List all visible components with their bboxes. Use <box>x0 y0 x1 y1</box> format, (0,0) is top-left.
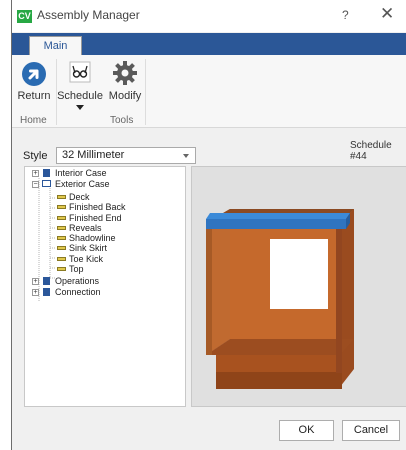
ribbon-panel: Return Schedule Modify Home Tools <box>12 55 406 128</box>
group-separator <box>145 59 146 125</box>
cabinet-render <box>206 209 354 389</box>
part-icon <box>57 226 66 230</box>
part-icon <box>57 205 66 209</box>
window-title: Assembly Manager <box>37 8 140 22</box>
folder-icon <box>43 277 50 285</box>
open-folder-icon <box>42 180 51 187</box>
style-label: Style <box>23 150 48 162</box>
folder-icon <box>43 288 50 296</box>
chevron-down-icon <box>183 154 189 158</box>
assembly-tree[interactable]: + Interior Case − Exterior Case Deck Fin… <box>24 166 186 407</box>
tree-item-label: Finished End <box>69 213 122 223</box>
tree-item-label: Finished Back <box>69 202 126 212</box>
modify-button[interactable]: Modify <box>106 55 144 105</box>
return-button[interactable]: Return <box>14 55 54 105</box>
glasses-icon <box>69 61 91 83</box>
cabinet-preview[interactable] <box>191 166 406 407</box>
tree-item-label: Shadowline <box>69 233 116 243</box>
group-label-home: Home <box>20 115 47 126</box>
schedule-label: Schedule <box>57 90 103 102</box>
gear-icon <box>113 61 137 85</box>
part-icon <box>57 246 66 250</box>
part-icon <box>57 236 66 240</box>
return-icon <box>22 62 46 86</box>
return-label: Return <box>17 90 51 102</box>
style-select-value: 32 Millimeter <box>62 149 125 161</box>
close-button[interactable]: ✕ <box>380 4 394 24</box>
part-icon <box>57 257 66 261</box>
part-icon <box>57 195 66 199</box>
tree-item-label: Sink Skirt <box>69 243 108 253</box>
group-label-tools: Tools <box>110 115 134 126</box>
tree-node-label: Operations <box>55 276 100 286</box>
expand-icon[interactable]: + <box>32 278 39 285</box>
schedule-button[interactable]: Schedule <box>57 55 103 110</box>
modify-label: Modify <box>108 90 142 102</box>
tree-node-label: Interior Case <box>55 168 107 178</box>
part-icon <box>57 216 66 220</box>
help-button[interactable]: ? <box>342 8 349 22</box>
tree-item-label: Top <box>69 264 84 274</box>
tab-main[interactable]: Main <box>29 36 82 56</box>
group-separator <box>56 59 57 125</box>
part-icon <box>57 267 66 271</box>
tree-item-label: Reveals <box>69 223 102 233</box>
expand-icon[interactable]: + <box>32 170 39 177</box>
folder-icon <box>43 169 50 177</box>
ok-button[interactable]: OK <box>279 420 334 441</box>
tree-node-label: Connection <box>55 287 101 297</box>
schedule-number: Schedule #44 <box>350 140 392 162</box>
expand-icon[interactable]: + <box>32 289 39 296</box>
collapse-icon[interactable]: − <box>32 181 39 188</box>
schedule-dropdown-arrow-icon[interactable] <box>76 105 84 110</box>
cancel-button[interactable]: Cancel <box>342 420 400 441</box>
tree-item-label: Toe Kick <box>69 254 104 264</box>
assembly-manager-window: CV Assembly Manager ? ✕ Main Return Sche… <box>11 0 406 450</box>
style-select[interactable]: 32 Millimeter <box>56 147 196 164</box>
app-logo-icon: CV <box>17 10 32 23</box>
tree-item-label: Deck <box>69 192 90 202</box>
tree-node-label: Exterior Case <box>55 179 110 189</box>
title-bar: CV Assembly Manager ? ✕ <box>12 0 406 32</box>
